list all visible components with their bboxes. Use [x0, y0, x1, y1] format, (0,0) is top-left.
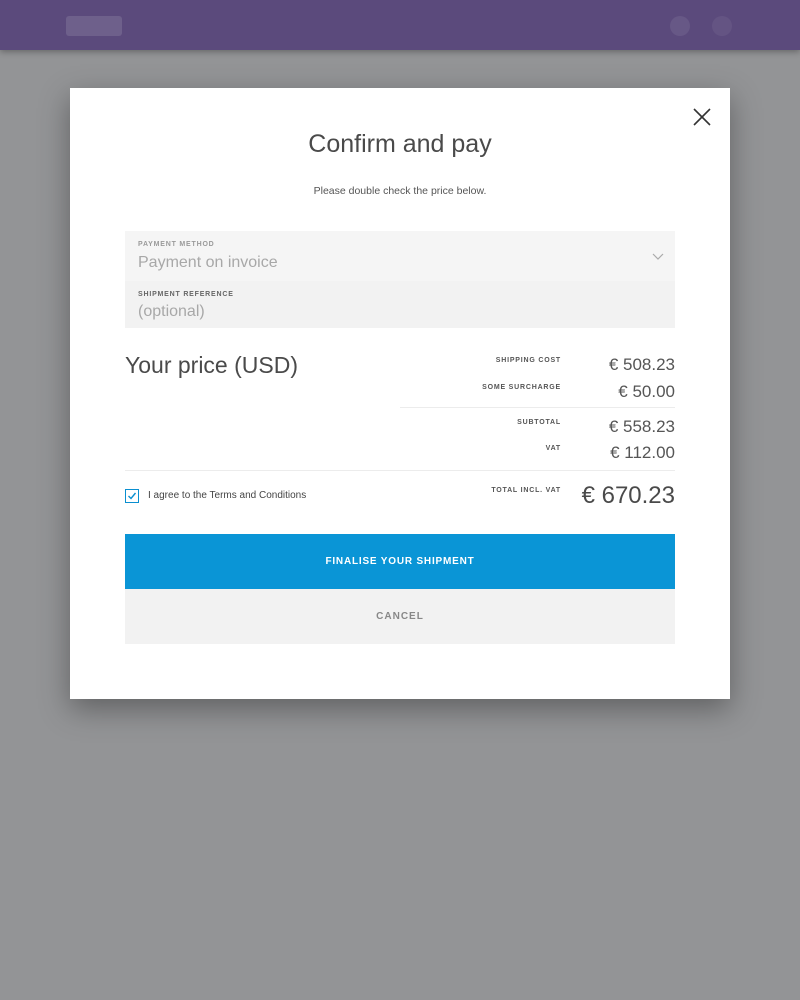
payment-method-value: Payment on invoice [138, 254, 278, 271]
finalise-shipment-button[interactable]: FINALISE YOUR SHIPMENT [125, 534, 675, 589]
dialog-subtitle: Please double check the price below. [313, 185, 487, 197]
shipment-reference-input[interactable] [138, 303, 638, 321]
chevron-down-icon [652, 253, 664, 260]
surcharge-value: € 50.00 [618, 382, 675, 401]
vat-value: € 112.00 [610, 443, 675, 462]
cancel-button[interactable]: CANCEL [125, 589, 675, 644]
payment-method-label: PAYMENT METHOD [138, 241, 215, 248]
app-header [0, 0, 800, 50]
header-icon-2 [712, 16, 732, 36]
dialog-title: Confirm and pay [308, 130, 492, 158]
terms-link[interactable]: Terms and Conditions [210, 490, 307, 501]
app-logo [66, 16, 122, 36]
header-icon-1 [670, 16, 690, 36]
total-divider [125, 470, 675, 471]
terms-checkbox[interactable] [125, 489, 139, 503]
terms-text: I agree to the Terms and Conditions [148, 490, 306, 501]
shipment-reference-field: SHIPMENT REFERENCE [125, 281, 675, 328]
close-icon[interactable] [690, 105, 714, 129]
terms-prefix: I agree to the [148, 490, 210, 501]
price-heading: Your price (USD) [125, 352, 298, 378]
confirm-pay-dialog: Confirm and pay Please double check the … [70, 88, 730, 699]
payment-method-select[interactable]: PAYMENT METHOD Payment on invoice [125, 231, 675, 281]
total-value: € 670.23 [581, 482, 675, 509]
subtotal-value: € 558.23 [608, 417, 675, 436]
shipment-reference-label: SHIPMENT REFERENCE [138, 291, 234, 298]
checkmark-icon [128, 492, 137, 500]
shipping-cost-value: € 508.23 [608, 355, 675, 374]
subtotal-divider [400, 407, 675, 408]
